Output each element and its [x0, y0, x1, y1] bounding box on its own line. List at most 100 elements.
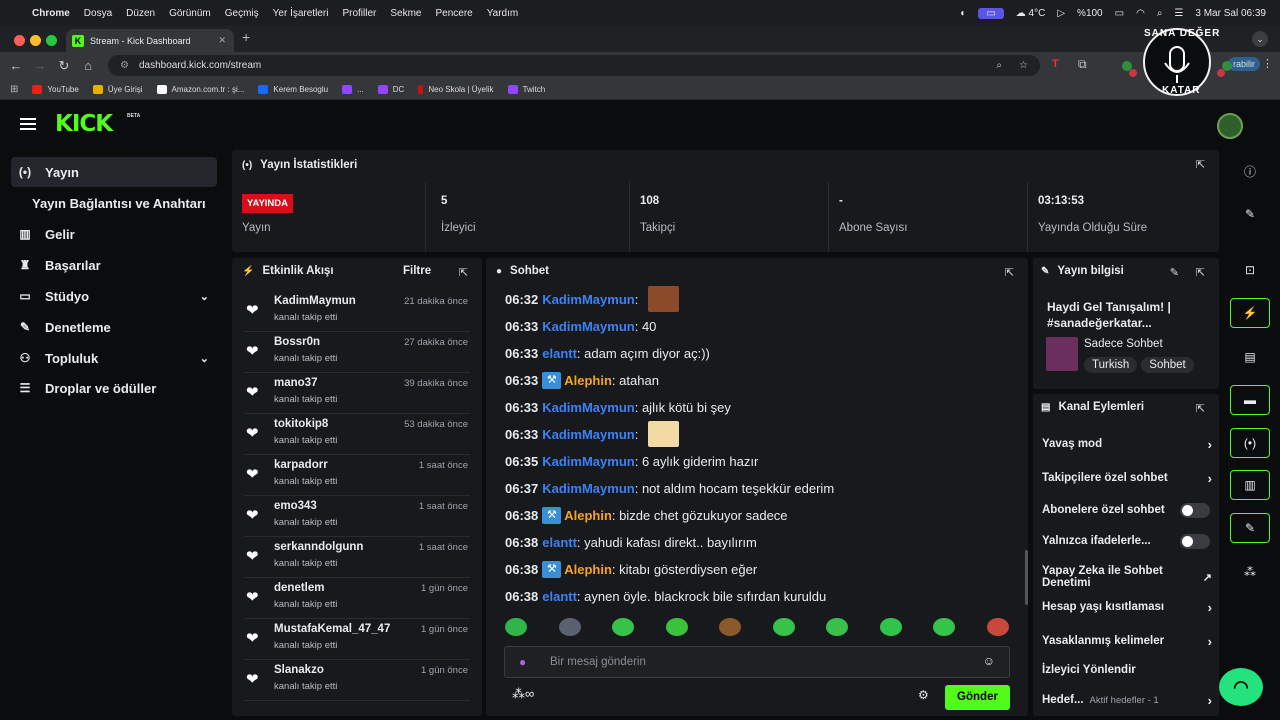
- bookmark-neo-skola[interactable]: Neo Skola | Üyelik: [418, 84, 494, 94]
- chat-message[interactable]: 06:38 elantt: yahudi kafası direkt.. bayı…: [505, 532, 757, 552]
- chevron-right-icon[interactable]: ›: [1208, 693, 1212, 708]
- chevron-down-icon[interactable]: ⌄: [200, 290, 209, 303]
- message-username[interactable]: KadimMaymun: [542, 319, 634, 334]
- extension-icon[interactable]: T: [1052, 58, 1059, 70]
- document-icon[interactable]: ▤: [1230, 342, 1270, 372]
- category-name[interactable]: Sadece Sohbet: [1084, 338, 1163, 350]
- channel-action-item[interactable]: Yapay Zeka ile Sohbet Denetimi ↗: [1042, 565, 1212, 589]
- chat-message[interactable]: 06:32 KadimMaymun:: [505, 286, 679, 312]
- channel-action-item[interactable]: Abonelere özel sohbet: [1042, 502, 1212, 518]
- activity-item[interactable]: ❤ karpadorr kanalı takip etti 1 saat önce: [244, 455, 470, 496]
- bookmark-twitch-1[interactable]: ...: [342, 84, 364, 94]
- chat-message[interactable]: 06:38 ⚒ Alephin: kitabı gösterdiysen eğer: [505, 559, 757, 579]
- quick-emote[interactable]: [826, 618, 848, 636]
- bookmark-dc[interactable]: DC: [377, 84, 404, 94]
- channel-action-item[interactable]: Takipçilere özel sohbet ›: [1042, 471, 1212, 486]
- message-username[interactable]: KadimMaymun: [542, 454, 634, 469]
- tag-sohbet[interactable]: Sohbet: [1141, 357, 1194, 373]
- record-icon[interactable]: ◐: [960, 8, 966, 19]
- battery[interactable]: %100: [1077, 8, 1103, 19]
- browser-menu-icon[interactable]: ⋮: [1262, 57, 1273, 70]
- activity-username[interactable]: Slanakzo: [274, 664, 324, 676]
- toggle-switch[interactable]: [1180, 533, 1210, 549]
- quick-emote[interactable]: [505, 618, 527, 636]
- emote-image[interactable]: [647, 421, 679, 447]
- quick-emote[interactable]: [558, 618, 581, 636]
- bookmark-uye-girisi[interactable]: Üye Girişi: [92, 84, 143, 94]
- activity-item[interactable]: ❤ mano37 kanalı takip etti 39 dakika önce: [244, 373, 470, 414]
- reload-icon[interactable]: ↻: [52, 58, 76, 74]
- activity-item[interactable]: ❤ emo343 kanalı takip etti 1 saat önce: [244, 496, 470, 537]
- chat-message[interactable]: 06:33 ⚒ Alephin: atahan: [505, 370, 659, 390]
- menu-sekme[interactable]: Sekme: [390, 8, 421, 19]
- chevron-right-icon[interactable]: ›: [1208, 437, 1212, 452]
- message-username[interactable]: KadimMaymun: [542, 427, 634, 442]
- sidebar-item-yayin[interactable]: (•) Yayın: [11, 157, 217, 187]
- expand-icon[interactable]: ⇱: [1196, 266, 1205, 279]
- site-info-icon[interactable]: ⚙: [120, 60, 129, 71]
- activity-item[interactable]: ❤ KadimMaymun kanalı takip etti 21 dakika ö…: [244, 291, 470, 332]
- menu-dosya[interactable]: Dosya: [84, 8, 112, 19]
- broadcast-icon[interactable]: (•): [1230, 428, 1270, 458]
- channel-action-item[interactable]: Hesap yaşı kısıtlaması ›: [1042, 600, 1212, 615]
- back-icon[interactable]: ←: [4, 58, 28, 73]
- user-avatar[interactable]: [1217, 113, 1243, 139]
- menu-gorunum[interactable]: Görünüm: [169, 8, 211, 19]
- close-tab-icon[interactable]: ✕: [218, 35, 226, 46]
- play-icon[interactable]: ▷: [1057, 8, 1065, 19]
- kick-logo[interactable]: KICK: [55, 111, 113, 137]
- screen-share-icon[interactable]: ▭: [978, 7, 1004, 19]
- quick-emote[interactable]: [986, 618, 1009, 636]
- tab-search-icon[interactable]: ⌄: [1252, 31, 1268, 47]
- kick-points-icon[interactable]: ⁂∞: [512, 686, 534, 702]
- chat-bubble-icon[interactable]: ▬: [1230, 385, 1270, 415]
- menu-duzen[interactable]: Düzen: [126, 8, 155, 19]
- bookmark-star-icon[interactable]: ☆: [1019, 60, 1028, 71]
- info-icon[interactable]: ⓘ: [1230, 156, 1270, 186]
- sidebar-item-basarilar[interactable]: ♜ Başarılar: [11, 250, 217, 280]
- sidebar-item-droplar[interactable]: ☰ Droplar ve ödüller: [11, 373, 217, 403]
- activity-item[interactable]: ❤ serkanndolgunn kanalı takip etti 1 saat ö…: [244, 537, 470, 578]
- activity-username[interactable]: KadimMaymun: [274, 295, 356, 307]
- message-username[interactable]: KadimMaymun: [542, 292, 634, 307]
- url-field[interactable]: ⚙ dashboard.kick.com/stream ⌕ ☆: [108, 55, 1040, 76]
- message-username[interactable]: elantt: [542, 535, 577, 550]
- chevron-down-icon[interactable]: ⌄: [200, 352, 209, 365]
- hamburger-menu-icon[interactable]: [20, 118, 36, 130]
- message-username[interactable]: KadimMaymun: [542, 481, 634, 496]
- support-chat-icon[interactable]: ◠: [1219, 668, 1263, 706]
- settings-gear-icon[interactable]: ⚙: [918, 688, 929, 702]
- channel-action-item[interactable]: Yavaş mod ›: [1042, 437, 1212, 452]
- quick-emote[interactable]: [933, 618, 955, 636]
- channel-action-item[interactable]: Hedef... Aktif hedefler - 1 ›: [1042, 693, 1212, 708]
- message-username[interactable]: KadimMaymun: [542, 400, 634, 415]
- sidebar-item-denetleme[interactable]: ✎ Denetleme: [11, 312, 217, 342]
- new-tab-icon[interactable]: +: [242, 29, 250, 45]
- browser-tab[interactable]: K Stream - Kick Dashboard ✕: [66, 29, 234, 52]
- emoji-icon[interactable]: ☺: [983, 654, 995, 668]
- chat-message[interactable]: 06:33 KadimMaymun: 40: [505, 316, 656, 336]
- filter-button[interactable]: Filtre: [403, 265, 431, 277]
- activity-username[interactable]: serkanndolgunn: [274, 541, 363, 553]
- message-username[interactable]: Alephin: [564, 373, 612, 388]
- quick-emote[interactable]: [719, 618, 741, 636]
- activity-username[interactable]: tokitokip8: [274, 418, 328, 430]
- chat-message[interactable]: 06:37 KadimMaymun: not aldım hocam teşekk…: [505, 478, 834, 498]
- quick-emote[interactable]: [879, 618, 902, 636]
- send-button[interactable]: Gönder: [945, 685, 1010, 710]
- microphone-icon[interactable]: ●: [519, 655, 526, 669]
- wrench-icon[interactable]: ✎: [1230, 513, 1270, 543]
- chat-message[interactable]: 06:38 ⚒ Alephin: bizde chet gözukuyor sade…: [505, 505, 788, 525]
- menu-profiller[interactable]: Profiller: [342, 8, 376, 19]
- zoom-icon[interactable]: ⌕: [996, 60, 1002, 71]
- expand-icon[interactable]: ⇱: [1196, 402, 1205, 415]
- lightning-icon[interactable]: ⚡: [1230, 298, 1270, 328]
- activity-username[interactable]: emo343: [274, 500, 317, 512]
- wifi-icon[interactable]: ◠: [1136, 8, 1145, 19]
- quick-emote[interactable]: [665, 618, 688, 636]
- home-icon[interactable]: ⌂: [76, 58, 100, 73]
- chevron-right-icon[interactable]: ›: [1208, 634, 1212, 649]
- channel-action-item[interactable]: Yalnızca ifadelerle...: [1042, 533, 1212, 549]
- activity-username[interactable]: MustafaKemal_47_47: [274, 623, 390, 635]
- activity-item[interactable]: ❤ denetlem kanalı takip etti 1 gün önce: [244, 578, 470, 619]
